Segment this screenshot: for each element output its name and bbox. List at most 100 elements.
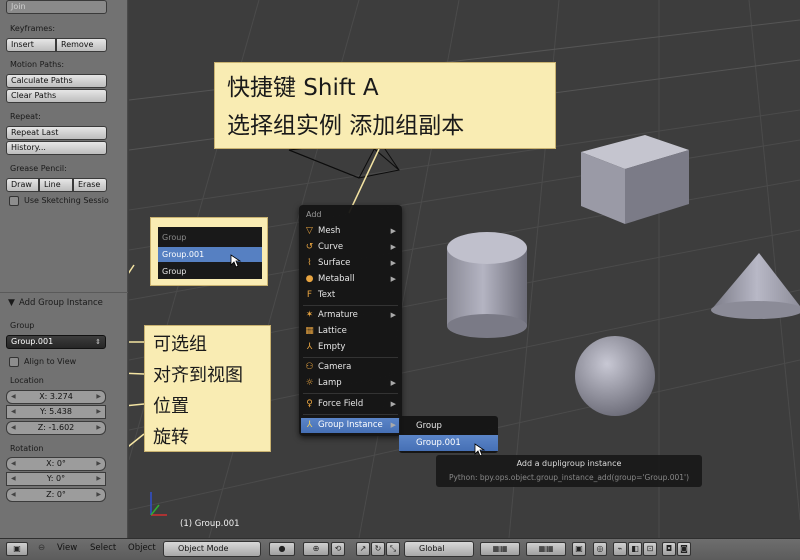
cylinder-object[interactable] (447, 232, 527, 338)
snap-element-icon[interactable]: ◧ (628, 542, 642, 556)
menu-item-camera[interactable]: ⚇ Camera (301, 360, 400, 375)
location-z-value: Z: -1.602 (37, 423, 75, 432)
menu-item-label: Curve (318, 242, 344, 252)
erase-button[interactable]: Erase (73, 178, 107, 192)
manipulator-toggle-icon[interactable]: ⟲ (331, 542, 345, 556)
join-button[interactable]: Join (6, 0, 107, 14)
decrement-arrow-icon[interactable]: ◀ (11, 489, 16, 501)
lattice-icon: ▦ (305, 326, 314, 336)
collapse-icon[interactable]: ⊖ (38, 543, 45, 553)
menu-item-empty[interactable]: ⅄ Empty (301, 340, 400, 355)
menu-item-armature[interactable]: ✶ Armature ▶ (301, 308, 400, 323)
rotation-label: Rotation (10, 444, 44, 453)
labels-annotation: 可选组 对齐到视图 位置 旋转 (144, 325, 271, 452)
decrement-arrow-icon[interactable]: ◀ (11, 458, 16, 470)
pivot-point-icon[interactable]: ⊕ (303, 542, 329, 556)
group-select[interactable]: Group.001 ⇕ (6, 335, 106, 349)
cube-object[interactable] (581, 135, 689, 224)
operator-collapse-arrow-icon[interactable]: ▼ (8, 298, 15, 308)
cone-object[interactable] (711, 253, 800, 319)
submenu-item-group[interactable]: Group (399, 418, 498, 434)
lamp-icon: ☼ (305, 378, 314, 388)
menu-item-label: Surface (318, 258, 351, 268)
rotate-manipulator-icon[interactable]: ↻ (371, 542, 385, 556)
rotation-z-field[interactable]: ◀ Z: 0° ▶ (6, 488, 106, 502)
rotation-y-field[interactable]: ◀ Y: 0° ▶ (6, 472, 106, 486)
layer-lock-icon[interactable]: ▣ (572, 542, 586, 556)
menu-item-label: Camera (318, 362, 352, 372)
menu-item-text[interactable]: F Text (301, 288, 400, 303)
location-x-value: X: 3.274 (39, 392, 73, 401)
line-button[interactable]: Line (39, 178, 73, 192)
menu-item-label: Group Instance (318, 420, 383, 430)
snap-target-icon[interactable]: ⊡ (643, 542, 657, 556)
menu-item-group-instance[interactable]: ⅄ Group Instance ▶ (301, 418, 400, 433)
object-menu[interactable]: Object (128, 543, 156, 553)
rotation-x-field[interactable]: ◀ X: 0° ▶ (6, 457, 106, 471)
proportional-edit-icon[interactable]: ◎ (593, 542, 607, 556)
menu-separator (303, 305, 398, 306)
group-list-item-group[interactable]: Group (158, 264, 262, 279)
scale-manipulator-icon[interactable]: ⤡ (386, 542, 400, 556)
select-menu[interactable]: Select (90, 543, 116, 553)
menu-item-label: Text (318, 290, 336, 300)
menu-separator (303, 393, 398, 394)
translate-manipulator-icon[interactable]: ↗ (356, 542, 370, 556)
mode-select[interactable]: Object Mode (163, 541, 261, 557)
insert-keyframe-button[interactable]: Insert (6, 38, 56, 52)
menu-item-mesh[interactable]: ▽ Mesh ▶ (301, 224, 400, 239)
layers-icon[interactable]: ▦▦ (480, 542, 520, 556)
align-to-view-checkbox[interactable] (9, 357, 19, 367)
empty-icon: ⅄ (306, 342, 313, 352)
increment-arrow-icon[interactable]: ▶ (96, 473, 101, 485)
viewport-shading-icon[interactable]: ● (269, 542, 295, 556)
decrement-arrow-icon[interactable]: ◀ (11, 422, 16, 434)
decrement-arrow-icon[interactable]: ◀ (11, 473, 16, 485)
remove-keyframe-button[interactable]: Remove (56, 38, 107, 52)
history-button[interactable]: History... (6, 141, 107, 155)
menu-item-force-field[interactable]: ♀ Force Field ▶ (301, 397, 400, 412)
clear-paths-button[interactable]: Clear Paths (6, 89, 107, 103)
menu-item-curve[interactable]: ↺ Curve ▶ (301, 240, 400, 255)
increment-arrow-icon[interactable]: ▶ (96, 489, 101, 501)
decrement-arrow-icon[interactable]: ◀ (11, 391, 16, 403)
editor-type-icon[interactable]: ▣ (6, 542, 28, 556)
render-anim-icon[interactable]: ◙ (677, 542, 691, 556)
mesh-icon: ▽ (306, 226, 313, 236)
tooltip-python: Python: bpy.ops.object.group_instance_ad… (448, 473, 690, 482)
snap-icon[interactable]: ⌁ (613, 542, 627, 556)
increment-arrow-icon[interactable]: ▶ (96, 406, 101, 418)
calculate-paths-button[interactable]: Calculate Paths (6, 74, 107, 88)
camera-icon: ⚇ (305, 362, 314, 372)
menu-item-label: Armature (318, 310, 358, 320)
menu-item-label: Empty (318, 342, 346, 352)
submenu-arrow-icon: ▶ (390, 311, 396, 319)
menu-item-lamp[interactable]: ☼ Lamp ▶ (301, 376, 400, 391)
menu-item-lattice[interactable]: ▦ Lattice (301, 324, 400, 339)
layers-icon[interactable]: ▦▦ (526, 542, 566, 556)
add-menu: Add ▽ Mesh ▶ ↺ Curve ▶ ⌇ Surface ▶ ● Metaball ▶ … (299, 205, 402, 436)
menu-item-metaball[interactable]: ● Metaball ▶ (301, 272, 400, 287)
draw-button[interactable]: Draw (6, 178, 39, 192)
location-x-field[interactable]: ◀ X: 3.274 ▶ (6, 390, 106, 404)
viewport-header: ▣ ⊖ View Select Object Object Mode ● ⊕ ⟲… (0, 538, 800, 560)
rotation-z-value: Z: 0° (46, 490, 66, 499)
menu-item-surface[interactable]: ⌇ Surface ▶ (301, 256, 400, 271)
use-sketching-checkbox[interactable] (9, 196, 19, 206)
location-z-field[interactable]: ◀ Z: -1.602 ▶ (6, 421, 106, 435)
increment-arrow-icon[interactable]: ▶ (96, 391, 101, 403)
increment-arrow-icon[interactable]: ▶ (96, 422, 101, 434)
use-sketching-label: Use Sketching Sessio (24, 196, 109, 205)
render-camera-icon[interactable]: ◘ (662, 542, 676, 556)
repeat-last-button[interactable]: Repeat Last (6, 126, 107, 140)
decrement-arrow-icon[interactable]: ◀ (11, 406, 16, 418)
location-y-field[interactable]: ◀ Y: 5.438 ▶ (6, 405, 106, 419)
increment-arrow-icon[interactable]: ▶ (96, 458, 101, 470)
sphere-object[interactable] (575, 336, 655, 416)
shortcut-line-1: 快捷键 Shift A (227, 75, 379, 101)
view-menu[interactable]: View (57, 543, 77, 553)
group-list-item-group-001[interactable]: Group.001 (158, 247, 262, 262)
orientation-select[interactable]: Global (404, 541, 474, 557)
submenu-arrow-icon: ▶ (390, 379, 396, 387)
surface-icon: ⌇ (307, 258, 312, 268)
